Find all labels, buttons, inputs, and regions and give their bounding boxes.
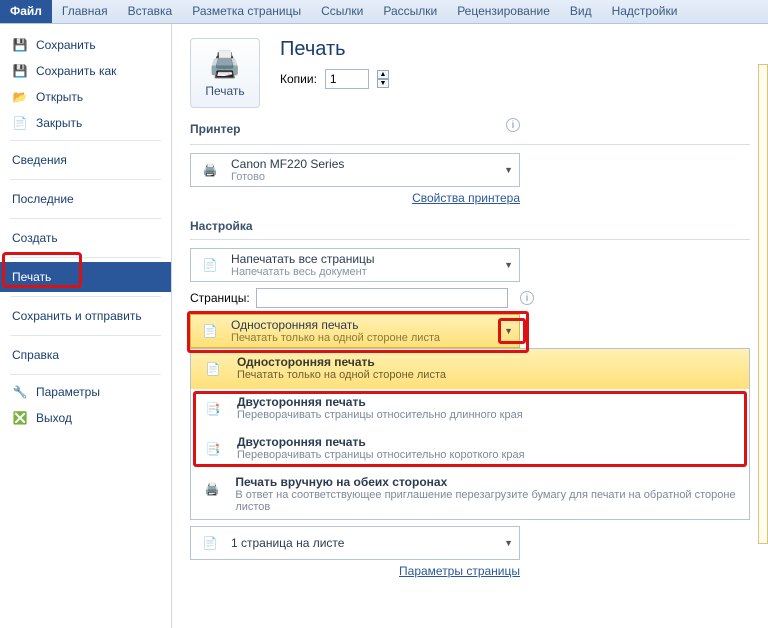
sidebar-help[interactable]: Справка [0, 340, 171, 370]
pages-input[interactable] [256, 288, 508, 308]
opt-sub: Переворачивать страницы относительно кор… [237, 449, 525, 461]
printer-heading: Принтер [190, 122, 500, 136]
pages-per-sheet-selector[interactable]: 📄 1 страница на листе ▼ [190, 526, 520, 560]
sidebar-recent[interactable]: Последние [0, 184, 171, 214]
exit-icon: ❎ [12, 410, 28, 426]
sidebar-label: Сохранить [36, 38, 96, 52]
tab-mailings[interactable]: Рассылки [373, 0, 447, 23]
options-icon: 🔧 [12, 384, 28, 400]
chevron-down-icon: ▼ [504, 538, 513, 548]
print-preview-edge [758, 64, 768, 544]
scope-line2: Напечатать весь документ [231, 266, 496, 278]
chevron-down-icon: ▼ [504, 165, 513, 175]
opt-sub: Переворачивать страницы относительно дли… [237, 409, 523, 421]
copies-label: Копии: [280, 72, 317, 86]
sidebar-options[interactable]: 🔧 Параметры [0, 379, 171, 405]
settings-heading: Настройка [190, 219, 750, 233]
tab-view[interactable]: Вид [560, 0, 602, 23]
save-icon: 💾 [12, 37, 28, 53]
sidebar-info[interactable]: Сведения [0, 145, 171, 175]
sidebar-label: Выход [36, 411, 72, 425]
sidebar-label: Параметры [36, 385, 100, 399]
tab-page-layout[interactable]: Разметка страницы [182, 0, 311, 23]
info-icon[interactable]: i [520, 291, 534, 305]
printer-icon: 🖨️ [209, 49, 241, 80]
print-button[interactable]: 🖨️ Печать [190, 38, 260, 108]
sidebar-save-as[interactable]: 💾 Сохранить как [0, 58, 171, 84]
duplex-option-long-edge[interactable]: 📑 Двусторонняя печать Переворачивать стр… [191, 389, 749, 429]
backstage-sidebar: 💾 Сохранить 💾 Сохранить как 📂 Открыть 📄 … [0, 24, 172, 628]
print-backstage: 🖨️ Печать Печать Копии: ▲▼ Принтер i 🖨️ … [172, 24, 768, 628]
duplex-option-single[interactable]: 📄 Односторонняя печать Печатать только н… [191, 349, 749, 389]
page-flip-short-icon: 📑 [199, 435, 227, 463]
printer-status: Готово [231, 171, 496, 183]
opt-title: Двусторонняя печать [237, 395, 523, 409]
sidebar-send[interactable]: Сохранить и отправить [0, 301, 171, 331]
duplex-line2: Печатать только на одной стороне листа [231, 332, 496, 344]
printer-device-icon: 🖨️ [197, 157, 223, 183]
scope-line1: Напечатать все страницы [231, 252, 496, 266]
pages-icon: 📄 [197, 252, 223, 278]
page-setup-link[interactable]: Параметры страницы [399, 564, 520, 578]
printer-properties-link[interactable]: Свойства принтера [412, 191, 520, 205]
opt-title: Односторонняя печать [237, 355, 446, 369]
print-button-label: Печать [205, 84, 244, 98]
tab-references[interactable]: Ссылки [311, 0, 373, 23]
open-icon: 📂 [12, 89, 28, 105]
sidebar-label: Сохранить как [36, 64, 116, 78]
sidebar-save[interactable]: 💾 Сохранить [0, 32, 171, 58]
info-icon[interactable]: i [506, 118, 520, 132]
opt-sub: Печатать только на одной стороне листа [237, 369, 446, 381]
sidebar-new[interactable]: Создать [0, 223, 171, 253]
sidebar-close[interactable]: 📄 Закрыть [0, 110, 171, 136]
page-single-icon: 📄 [199, 355, 227, 383]
tab-review[interactable]: Рецензирование [447, 0, 560, 23]
page-grid-icon: 📄 [197, 530, 223, 556]
opt-title: Двусторонняя печать [237, 435, 525, 449]
sidebar-exit[interactable]: ❎ Выход [0, 405, 171, 431]
tab-home[interactable]: Главная [52, 0, 118, 23]
print-scope-selector[interactable]: 📄 Напечатать все страницы Напечатать вес… [190, 248, 520, 282]
copies-spinner[interactable]: ▲▼ [377, 70, 389, 88]
duplex-line1: Односторонняя печать [231, 318, 496, 332]
tab-insert[interactable]: Вставка [118, 0, 183, 23]
sidebar-open[interactable]: 📂 Открыть [0, 84, 171, 110]
opt-title: Печать вручную на обеих сторонах [235, 475, 741, 489]
print-heading: Печать [280, 38, 389, 61]
ribbon-tabs: Файл Главная Вставка Разметка страницы С… [0, 0, 768, 24]
page-single-icon: 📄 [197, 318, 223, 344]
tab-file[interactable]: Файл [0, 0, 52, 23]
per-sheet-label: 1 страница на листе [231, 536, 496, 550]
save-as-icon: 💾 [12, 63, 28, 79]
tab-addins[interactable]: Надстройки [602, 0, 688, 23]
pages-label: Страницы: [190, 291, 250, 305]
printer-name: Canon MF220 Series [231, 157, 496, 171]
sidebar-label: Закрыть [36, 116, 82, 130]
close-doc-icon: 📄 [12, 115, 28, 131]
duplex-option-manual[interactable]: 🖨️ Печать вручную на обеих сторонах В от… [191, 469, 749, 519]
duplex-option-short-edge[interactable]: 📑 Двусторонняя печать Переворачивать стр… [191, 429, 749, 469]
duplex-selector[interactable]: 📄 Односторонняя печать Печатать только н… [190, 314, 520, 348]
sidebar-print[interactable]: Печать [0, 262, 171, 292]
chevron-down-icon: ▼ [504, 260, 513, 270]
duplex-dropdown-list: 📄 Односторонняя печать Печатать только н… [190, 348, 750, 520]
printer-selector[interactable]: 🖨️ Canon MF220 Series Готово ▼ [190, 153, 520, 187]
sidebar-label: Открыть [36, 90, 83, 104]
copies-input[interactable] [325, 69, 369, 89]
chevron-down-icon: ▼ [504, 326, 513, 336]
page-flip-long-icon: 📑 [199, 395, 227, 423]
opt-sub: В ответ на соответствующее приглашение п… [235, 489, 741, 513]
printer-manual-icon: 🖨️ [199, 475, 225, 503]
